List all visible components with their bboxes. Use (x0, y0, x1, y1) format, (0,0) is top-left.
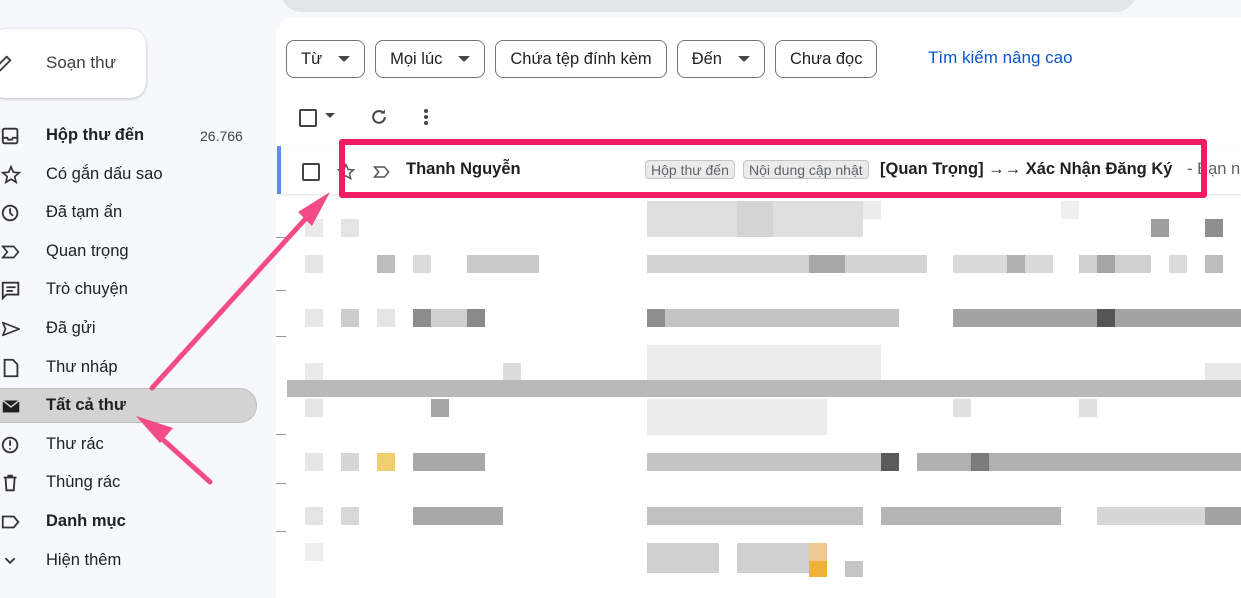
sidebar-item-label: Quan trọng (46, 241, 129, 260)
label-icon (1, 515, 20, 529)
sidebar-item-important[interactable]: Quan trọng (0, 232, 260, 271)
sidebar-item-chat[interactable]: Trò chuyện (0, 270, 260, 309)
email-checkbox[interactable] (302, 163, 320, 181)
caret-down-icon (737, 56, 750, 62)
pencil-icon (0, 55, 12, 72)
advanced-search-link[interactable]: Tìm kiếm nâng cao (928, 48, 1073, 68)
sidebar-item-label: Đã gửi (46, 318, 96, 337)
filter-unread-label: Chưa đọc (789, 49, 863, 68)
blurred-band (287, 380, 1241, 397)
search-filter-chips: Từ Mọi lúc Chứa tệp đính kèm Đến Chưa đọ… (286, 40, 878, 78)
select-all-checkbox[interactable] (299, 109, 317, 127)
caret-down-icon (458, 56, 471, 62)
sidebar-item-labels[interactable]: Danh mục (0, 502, 260, 541)
sidebar-item-more[interactable]: Hiện thêm (0, 541, 260, 580)
inbox-icon (1, 127, 19, 145)
send-icon (1, 321, 21, 337)
sidebar-item-label: Có gắn dấu sao (46, 164, 163, 183)
filter-to-chip[interactable]: Đến (676, 40, 765, 78)
star-icon (0, 164, 22, 184)
sidebar-item-drafts[interactable]: Thư nháp (0, 348, 260, 387)
sidebar-nav: Hộp thư đến 26.766 Có gắn dấu sao Đã tạm… (0, 116, 260, 579)
trash-icon (3, 475, 17, 492)
sidebar-item-label: Đã tạm ẩn (46, 203, 123, 222)
sidebar-item-label: Trò chuyện (46, 280, 128, 299)
row-divider (276, 483, 286, 484)
spam-icon (1, 436, 19, 453)
sidebar-item-snoozed[interactable]: Đã tạm ẩn (0, 193, 260, 232)
clock-icon (1, 204, 19, 222)
filter-from-label: Từ (301, 49, 323, 68)
filter-attachment-label: Chứa tệp đính kèm (510, 49, 652, 68)
compose-button[interactable]: Soạn thư (0, 29, 146, 98)
chevron-down-icon (4, 557, 16, 564)
filter-attachment-chip[interactable]: Chứa tệp đính kèm (495, 40, 667, 78)
caret-down-icon (338, 56, 351, 62)
important-icon (0, 245, 20, 259)
sidebar-item-label: Tất cả thư (46, 396, 126, 415)
sidebar-item-trash[interactable]: Thùng rác (0, 463, 260, 502)
inbox-count: 26.766 (200, 128, 243, 144)
sidebar-item-label: Thùng rác (46, 473, 121, 492)
row-divider (276, 336, 286, 337)
highlight-box (339, 139, 1207, 198)
chat-icon (1, 282, 20, 301)
sidebar-item-label: Thư rác (46, 434, 104, 453)
filter-from-chip[interactable]: Từ (286, 40, 366, 78)
filter-anytime-chip[interactable]: Mọi lúc (375, 40, 486, 78)
sidebar-item-starred[interactable]: Có gắn dấu sao (0, 155, 260, 194)
search-bar[interactable] (280, 0, 1137, 12)
more-options-icon[interactable] (420, 107, 432, 127)
all-mail-icon (2, 400, 20, 413)
filter-anytime-label: Mọi lúc (390, 49, 443, 68)
refresh-icon[interactable] (369, 107, 389, 127)
row-divider (276, 290, 286, 291)
sidebar-item-sent[interactable]: Đã gửi (0, 309, 260, 348)
row-divider (276, 237, 286, 238)
row-divider (276, 434, 286, 435)
compose-label: Soạn thư (46, 53, 116, 72)
filter-to-label: Đến (691, 49, 722, 68)
row-divider (276, 531, 286, 532)
draft-icon (3, 358, 19, 377)
sidebar-item-label: Danh mục (46, 511, 126, 530)
sidebar-item-label: Hộp thư đến (46, 126, 145, 144)
sidebar-item-label: Hiện thêm (46, 550, 122, 569)
sidebar-item-label: Thư nháp (46, 357, 118, 376)
sidebar-item-spam[interactable]: Thư rác (0, 425, 260, 464)
sidebar-item-inbox[interactable]: Hộp thư đến 26.766 (0, 116, 260, 155)
filter-unread-chip[interactable]: Chưa đọc (774, 40, 878, 78)
select-dropdown-icon[interactable] (324, 112, 336, 120)
sidebar-item-all-mail[interactable]: Tất cả thư (0, 386, 260, 425)
